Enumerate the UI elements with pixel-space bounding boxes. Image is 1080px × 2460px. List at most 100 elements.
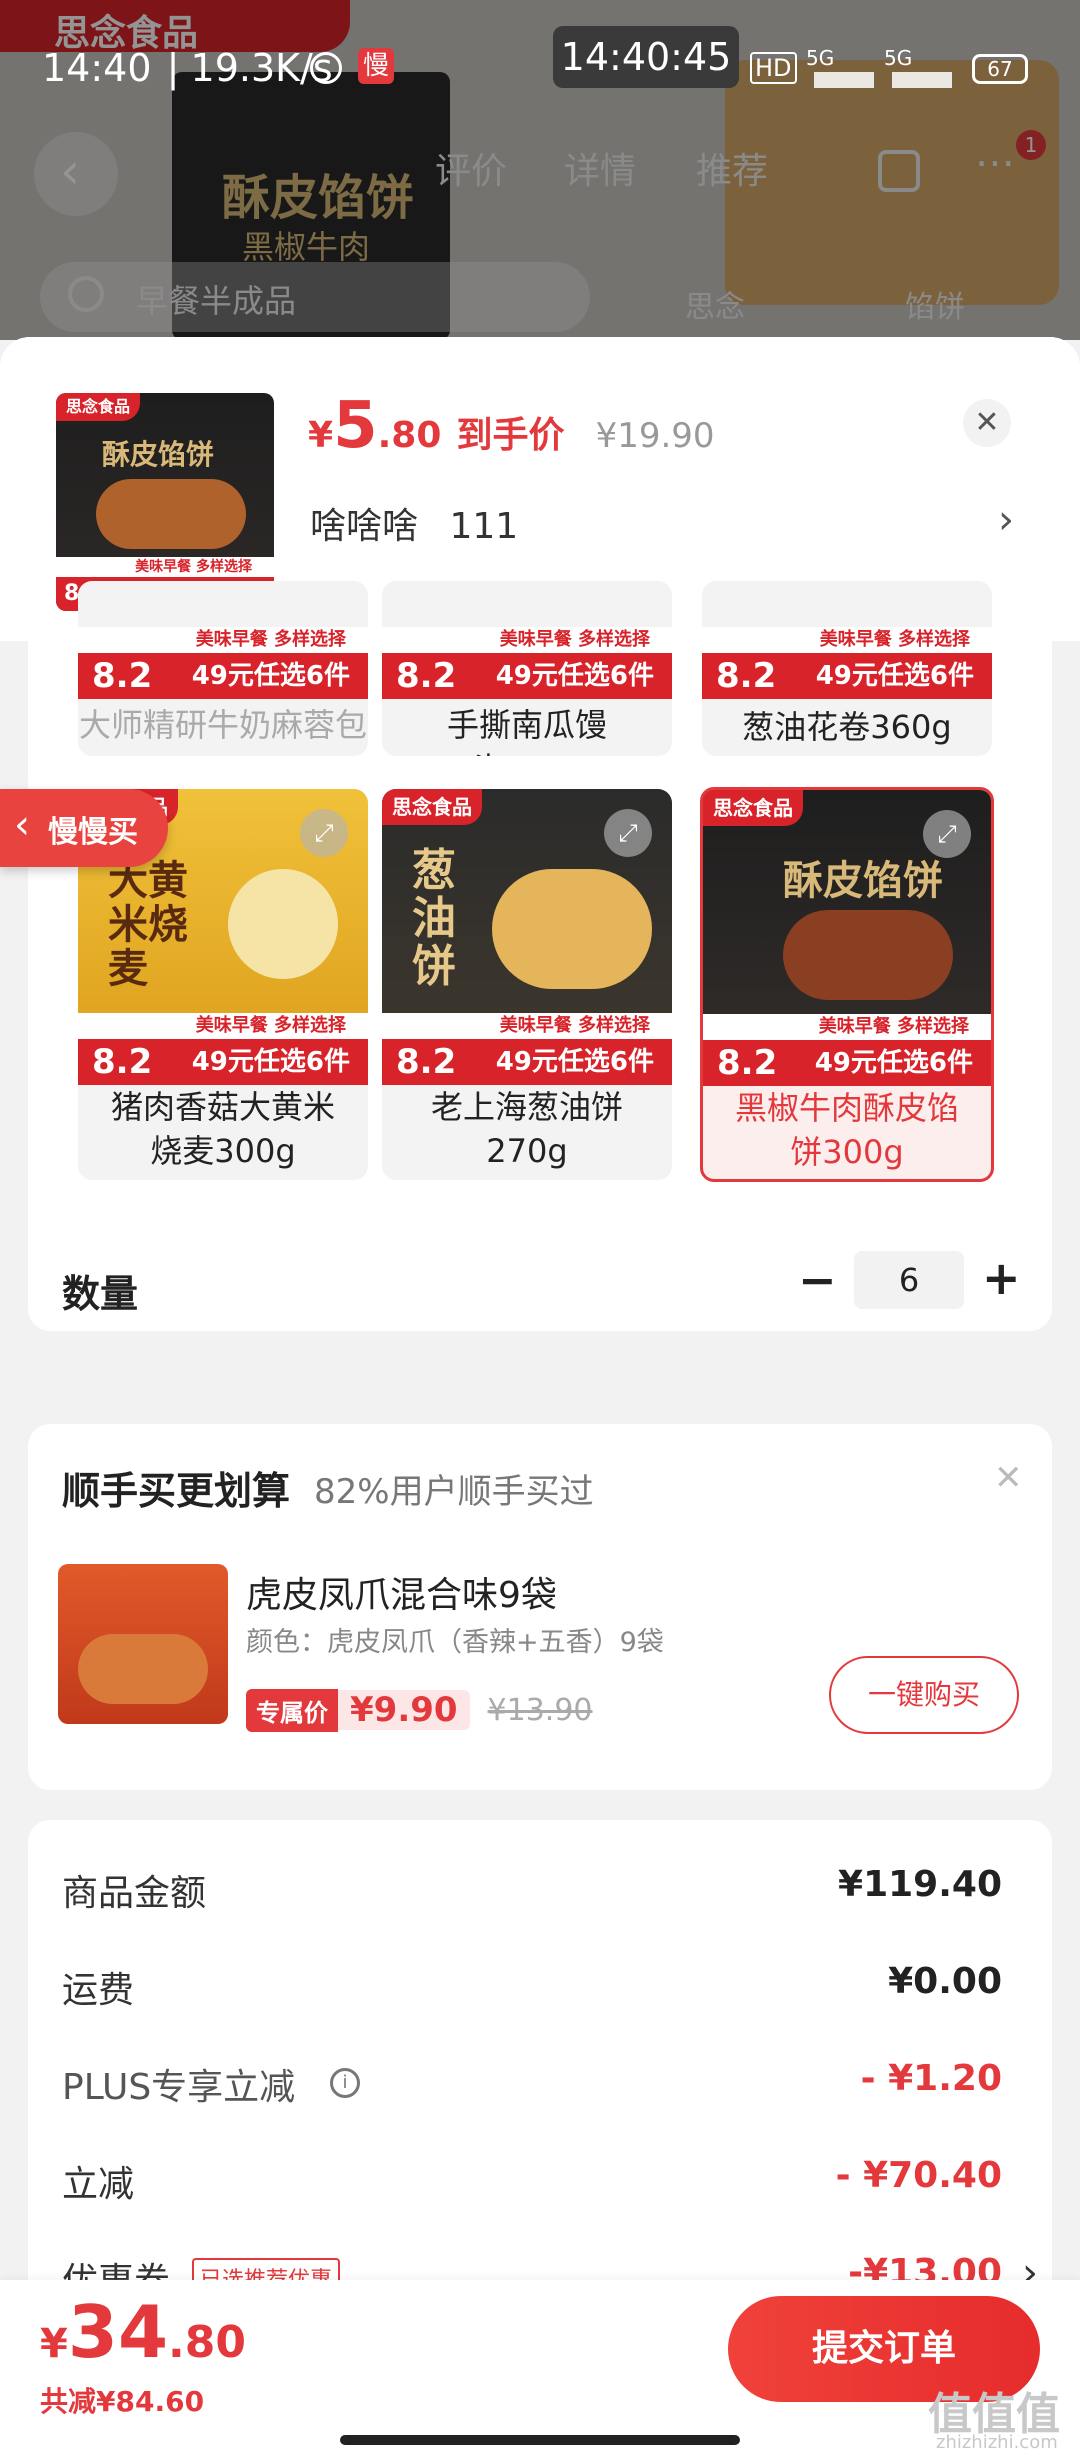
siumai-image	[228, 869, 338, 979]
quantity-label: 数量	[62, 1272, 139, 1316]
brand-tag: 思念食品	[56, 393, 141, 421]
addon-subtitle: 82%用户顺手买过	[314, 1472, 594, 1512]
status-divider: |	[166, 46, 180, 90]
total-decimal: .80	[168, 2317, 246, 2368]
sku-bottom-sheet: 思念食品 酥皮馅饼 美味早餐 多样选择 8.2 49元任选6件 ¥5.80 到手…	[0, 337, 1080, 2460]
promo-bottom: 8.2 49元任选6件	[702, 653, 992, 699]
summary-discount-label: 立减	[62, 2164, 135, 2205]
product-tile-milk-bun[interactable]: 美味早餐 多样选择 8.2 49元任选6件 大师精研牛奶麻蓉包200g	[78, 581, 368, 756]
pancake-image	[492, 869, 652, 989]
promo-number: 8.2	[717, 1043, 778, 1083]
promo-band: 美味早餐 多样选择 8.2 49元任选6件	[702, 627, 992, 699]
promo-top-text: 美味早餐 多样选择	[78, 1013, 368, 1039]
addon-card: 顺手买更划算 82%用户顺手买过 ✕ 虎皮凤爪混合味9袋 颜色：虎皮凤爪（香辣+…	[28, 1424, 1052, 1790]
product-name: 猪肉香菇大黄米烧麦300g	[110, 1088, 335, 1170]
product-name: 葱油花卷360g	[742, 708, 952, 746]
promo-top-text: 美味早餐 多样选择	[78, 627, 368, 653]
addon-product-spec: 颜色：虎皮凤爪（香辣+五香）9袋	[246, 1627, 664, 1658]
expand-icon[interactable]: ⤢	[604, 809, 652, 857]
chevron-left-icon: ‹	[14, 802, 30, 848]
promo-band: 美味早餐 多样选择 8.2 49元任选6件	[78, 627, 368, 699]
package-title: 大黄米烧麦	[108, 858, 188, 992]
one-click-buy-button[interactable]: 一键购买	[829, 1656, 1019, 1734]
product-name: 老上海葱油饼270g	[430, 1088, 623, 1170]
addon-product-name: 虎皮凤爪混合味9袋	[246, 1575, 557, 1616]
product-name: 手撕南瓜馒头300g	[446, 706, 607, 756]
summary-plus-label: PLUS专享立减	[62, 2067, 296, 2108]
pie-image	[96, 479, 246, 549]
promo-number: 8.2	[396, 1042, 457, 1082]
addon-price: ¥9.90	[338, 1690, 470, 1730]
quantity-input[interactable]: 6	[854, 1251, 964, 1309]
status-bar: 14:40 | 19.3K/s 慢	[42, 46, 394, 90]
promo-text: 49元任选6件	[495, 661, 654, 691]
signal-5g-label-2: 5G	[884, 46, 913, 70]
status-icons: HD 5G 5G 67	[750, 46, 1050, 90]
signal-bars-icon	[814, 68, 874, 88]
chicken-feet-image	[78, 1634, 208, 1704]
addon-product-image	[58, 1564, 228, 1724]
summary-goods-value: ¥119.40	[838, 1864, 1002, 1905]
hd-icon: HD	[750, 52, 797, 84]
signal-5g-label-1: 5G	[806, 46, 835, 70]
alarm-icon	[310, 52, 342, 84]
summary-discount-value: - ¥70.40	[835, 2155, 1002, 2196]
promo-bottom: 8.2 49元任选6件	[382, 653, 672, 699]
selected-spec[interactable]: 啥啥啥 111	[310, 497, 518, 549]
promo-number: 8.2	[92, 656, 153, 696]
promo-text: 49元任选6件	[495, 1047, 654, 1077]
package-title: 葱油饼	[412, 845, 456, 992]
expand-icon[interactable]: ⤢	[300, 809, 348, 857]
addon-original-price: ¥13.90	[487, 1692, 593, 1728]
promo-band: 美味早餐 多样选择 8.2 49元任选6件	[703, 1014, 991, 1086]
price-decimal: .80	[377, 415, 442, 456]
quantity-decrease-button[interactable]: −	[798, 1253, 837, 1307]
floating-price-tracker-button[interactable]: ‹ 慢慢买	[0, 789, 168, 867]
promo-top-text: 美味早餐 多样选择	[703, 1014, 991, 1040]
promo-number: 8.2	[92, 1042, 153, 1082]
battery-icon: 67	[972, 54, 1028, 84]
promo-top-text: 美味早餐 多样选择	[382, 627, 672, 653]
close-icon[interactable]: ✕	[963, 399, 1011, 447]
watermark-site: zhizhizhi.com	[936, 2432, 1058, 2453]
deal-price: ¥5.80 到手价 ¥19.90	[308, 389, 715, 463]
promo-top-text: 美味早餐 多样选择	[56, 557, 274, 577]
price-currency: ¥	[308, 415, 334, 456]
promo-number: 8.2	[396, 656, 457, 696]
product-tile-pumpkin-bun[interactable]: 美味早餐 多样选择 8.2 49元任选6件 手撕南瓜馒头300g	[382, 581, 672, 756]
summary-plus-value: - ¥1.20	[860, 2058, 1002, 2099]
promo-number: 8.2	[716, 656, 777, 696]
summary-goods-label: 商品金额	[62, 1873, 207, 1914]
product-tile-beef-pie-selected[interactable]: 思念食品 酥皮馅饼 ⤢ 美味早餐 多样选择 8.2 49元任选6件 黑椒牛肉酥皮馅…	[700, 787, 994, 1182]
original-price: ¥19.90	[595, 416, 715, 456]
product-tile-scallion-roll[interactable]: 美味早餐 多样选择 8.2 49元任选6件 葱油花卷360g	[702, 581, 992, 756]
promo-text: 49元任选6件	[191, 1047, 350, 1077]
thumbnail-pkg-title: 酥皮馅饼	[102, 438, 215, 471]
signal-bars-icon-2	[892, 68, 952, 88]
total-currency: ¥	[40, 2321, 68, 2367]
quantity-increase-button[interactable]: +	[982, 1251, 1021, 1305]
chevron-right-icon[interactable]: ›	[998, 497, 1014, 543]
promo-text: 49元任选6件	[815, 661, 974, 691]
promo-band: 美味早餐 多样选择 8.2 49元任选6件	[382, 1013, 672, 1085]
beef-pie-image	[783, 910, 953, 1000]
spec-count: 111	[449, 506, 519, 547]
expand-icon[interactable]: ⤢	[923, 810, 971, 858]
addon-close-icon[interactable]: ✕	[994, 1458, 1023, 1498]
home-indicator[interactable]	[340, 2435, 740, 2445]
total-integer: 34	[67, 2290, 169, 2374]
exclusive-tag: 专属价	[246, 1688, 338, 1732]
status-time: 14:40	[42, 46, 152, 90]
options-card: 美味早餐 多样选择 8.2 49元任选6件 大师精研牛奶麻蓉包200g 美味早餐 …	[28, 581, 1052, 1331]
slow-badge-icon: 慢	[358, 48, 394, 84]
floating-label: 慢慢买	[48, 815, 138, 850]
total-saved: 共减¥84.60	[40, 2385, 205, 2418]
spec-name: 啥啥啥	[310, 506, 419, 547]
checkout-footer: ¥34.80 共减¥84.60 提交订单 值值值 zhizhizhi.com	[0, 2280, 1080, 2460]
info-icon[interactable]: i	[330, 2068, 360, 2098]
product-name: 黑椒牛肉酥皮馅饼300g	[734, 1089, 959, 1171]
promo-band: 美味早餐 多样选择 8.2 49元任选6件	[78, 1013, 368, 1085]
promo-bottom: 8.2 49元任选6件	[78, 1039, 368, 1085]
promo-top-text: 美味早餐 多样选择	[702, 627, 992, 653]
product-tile-scallion-pancake[interactable]: 思念食品 葱油饼 ⤢ 美味早餐 多样选择 8.2 49元任选6件 老上海葱油饼27…	[382, 789, 672, 1180]
